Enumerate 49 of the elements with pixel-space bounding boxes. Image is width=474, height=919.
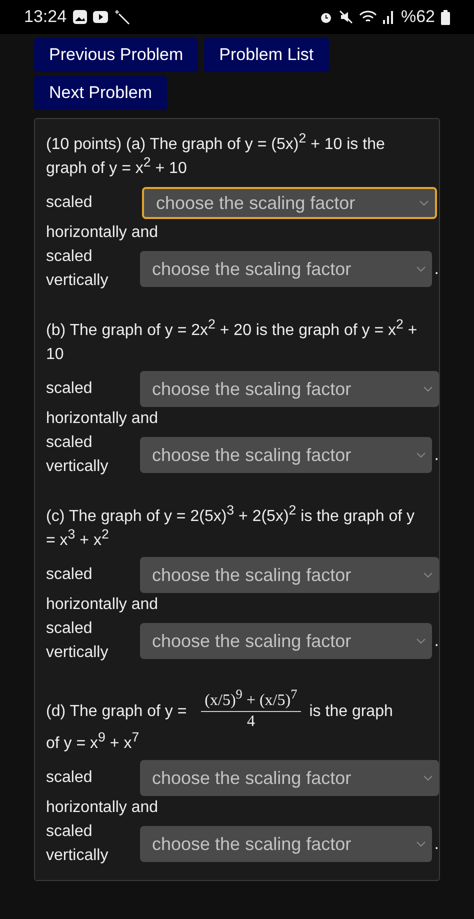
question-text: is the graph — [309, 702, 393, 722]
question-text: (d) The graph of y = — [46, 702, 187, 722]
chevron-icon — [416, 452, 426, 458]
fraction-expression: (x/5)$^{9}$ + (x/5)$^{7}$ 4 — [200, 691, 302, 732]
period-text: . — [434, 631, 439, 651]
scale-label: horizontally and — [46, 409, 158, 429]
nav-button[interactable]: Problem List — [204, 38, 329, 72]
scale-label: horizontally and — [46, 798, 158, 818]
nav-button[interactable]: Next Problem — [34, 76, 167, 110]
chevron-icon — [419, 200, 429, 206]
wifi-icon — [358, 10, 377, 24]
scaling-factor-select[interactable]: choose the scaling factor — [140, 760, 439, 796]
chevron-icon — [416, 841, 426, 847]
scaling-factor-select[interactable]: choose the scaling factor — [140, 623, 432, 659]
chevron-icon — [423, 775, 433, 781]
period-text: . — [434, 834, 439, 854]
alarm-icon — [318, 10, 333, 24]
scale-label: scaled vertically — [46, 822, 110, 866]
scaling-factor-select[interactable]: choose the scaling factor — [140, 826, 432, 862]
chevron-icon — [416, 638, 426, 644]
chevron-icon — [423, 386, 433, 392]
scale-label: scaled vertically — [46, 433, 110, 477]
mute-icon — [338, 10, 353, 24]
scaling-factor-select[interactable]: choose the scaling factor — [140, 371, 439, 407]
scale-label: scaled vertically — [46, 247, 110, 291]
scale-label: scaled — [46, 379, 94, 399]
period-text: . — [434, 259, 439, 279]
battery-icon — [441, 10, 450, 24]
signal-icon — [382, 10, 395, 24]
chevron-icon — [423, 572, 433, 578]
period-text: . — [434, 445, 439, 465]
question-text: of y = x$^{9}$ + x$^{7}$ — [46, 732, 140, 754]
status-time: 13:24 — [24, 7, 67, 27]
video-icon — [92, 11, 108, 23]
scaling-factor-select[interactable]: choose the scaling factor — [140, 251, 432, 287]
scale-label: horizontally and — [46, 223, 158, 243]
chevron-icon — [416, 266, 426, 272]
scaling-factor-select[interactable]: choose the scaling factor — [140, 557, 439, 593]
magic-wand-icon — [114, 9, 130, 25]
scale-label: scaled — [46, 193, 94, 213]
battery-percent: %62 — [400, 7, 435, 27]
scaling-factor-select[interactable]: choose the scaling factor — [142, 187, 437, 219]
scale-label: scaled vertically — [46, 619, 110, 663]
scale-label: horizontally and — [46, 595, 158, 615]
nav-button[interactable]: Previous Problem — [34, 38, 198, 72]
gallery-icon — [72, 10, 87, 24]
scaling-factor-select[interactable]: choose the scaling factor — [140, 437, 432, 473]
scale-label: scaled — [46, 565, 94, 585]
scale-label: scaled — [46, 768, 94, 788]
